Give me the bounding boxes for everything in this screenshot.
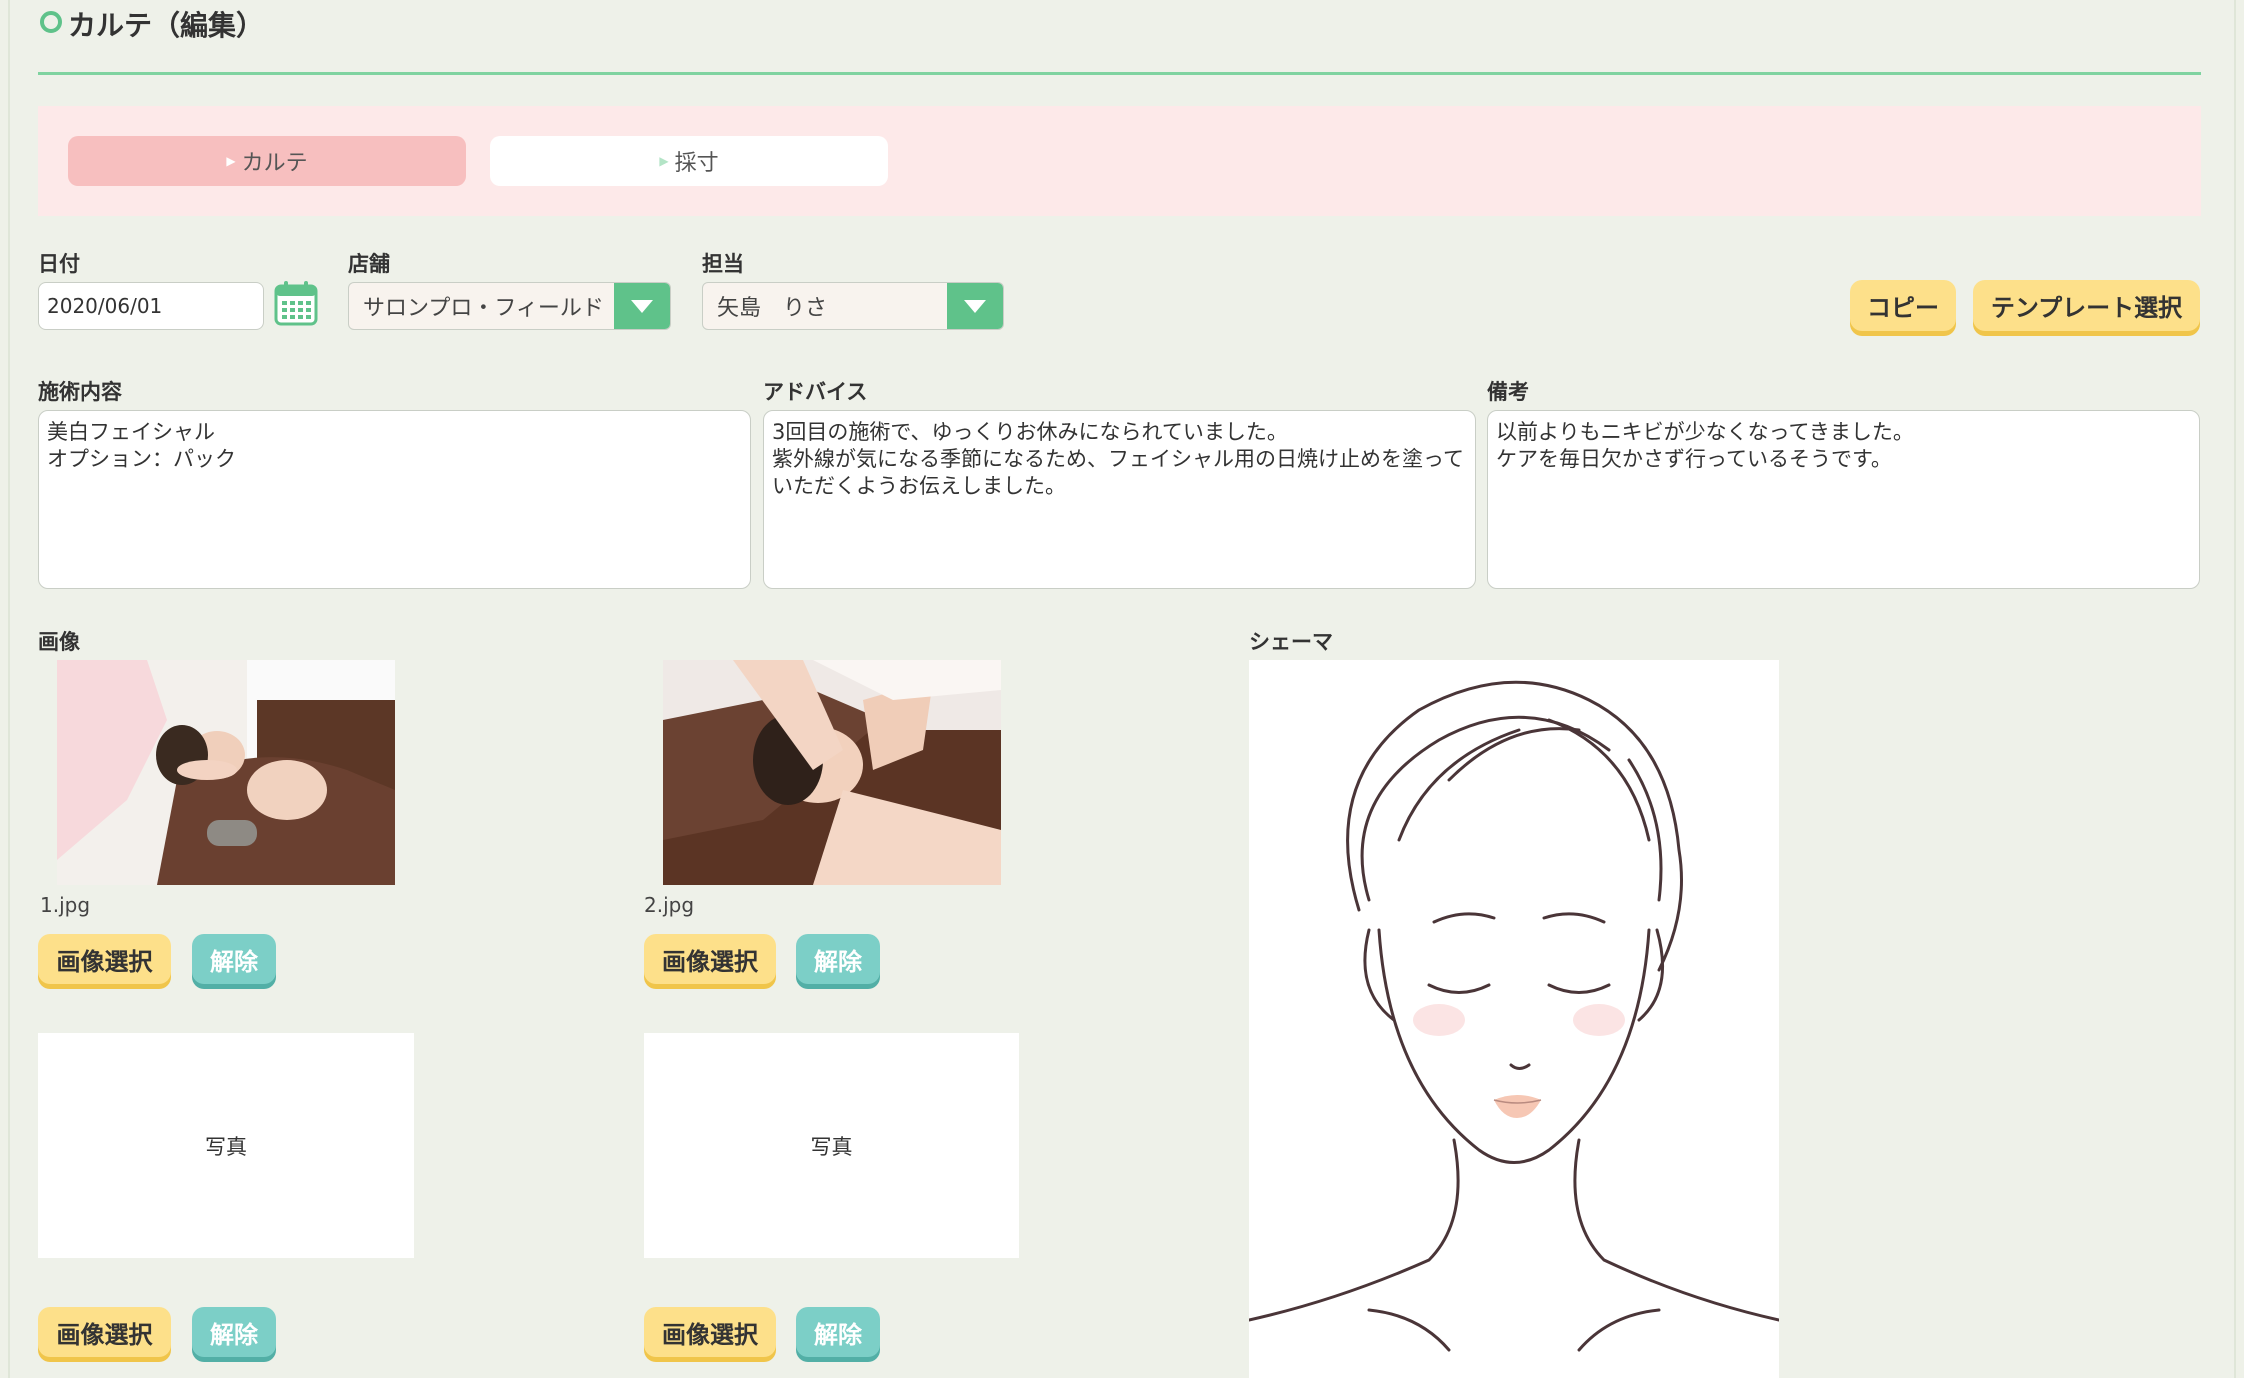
remarks-label: 備考 (1487, 380, 1529, 404)
tab-label: カルテ (241, 151, 308, 176)
triangle-right-icon: ▶ (226, 154, 236, 168)
schema-label: シェーマ (1249, 630, 1333, 654)
image-select-button[interactable]: 画像選択 (644, 1307, 776, 1357)
advice-label: アドバイス (763, 380, 868, 404)
tabs-bar: ▶ カルテ ▶ 採寸 (38, 106, 2201, 216)
store-select[interactable]: サロンプロ・フィールド (348, 282, 671, 330)
staff-label: 担当 (702, 252, 744, 276)
date-label: 日付 (38, 252, 80, 276)
image-clear-button[interactable]: 解除 (796, 934, 880, 984)
tab-karte[interactable]: ▶ カルテ (68, 136, 466, 186)
title-circle-icon (40, 11, 62, 33)
date-input[interactable]: 2020/06/01 (38, 282, 264, 330)
page-title: カルテ（編集） (68, 9, 265, 42)
chevron-down-icon[interactable] (614, 283, 670, 329)
staff-select[interactable]: 矢島 りさ (702, 282, 1004, 330)
photo-placeholder: 写真 (38, 1033, 414, 1258)
calendar-icon[interactable] (274, 280, 318, 326)
image-select-button[interactable]: 画像選択 (644, 934, 776, 984)
schema-canvas[interactable] (1249, 660, 1779, 1378)
image-select-button[interactable]: 画像選択 (38, 934, 171, 984)
staff-select-value: 矢島 りさ (717, 296, 828, 321)
image-clear-button[interactable]: 解除 (192, 934, 276, 984)
image-select-button[interactable]: 画像選択 (38, 1307, 171, 1357)
template-select-button[interactable]: テンプレート選択 (1973, 280, 2200, 331)
photo-2-filename: 2.jpg (644, 893, 695, 917)
store-label: 店舗 (348, 252, 390, 276)
face-illustration-icon (1249, 680, 1779, 1352)
store-select-value: サロンプロ・フィールド (363, 296, 604, 321)
triangle-right-icon: ▶ (659, 154, 669, 168)
photo-1-image (57, 660, 395, 885)
remarks-textarea[interactable]: 以前よりもニキビが少なくなってきました。 ケアを毎日欠かさず行っているそうです。 (1487, 410, 2200, 589)
image-clear-button[interactable]: 解除 (796, 1307, 880, 1357)
images-label: 画像 (38, 630, 80, 654)
photo-1-filename: 1.jpg (40, 893, 91, 917)
page-header: カルテ（編集） (38, 0, 2201, 75)
tab-measurement[interactable]: ▶ 採寸 (490, 136, 888, 186)
photo-2-image (663, 660, 1001, 885)
advice-textarea[interactable]: 3回目の施術で、ゆっくりお休みになられていました。 紫外線が気になる季節になるた… (763, 410, 1476, 589)
copy-button[interactable]: コピー (1850, 280, 1956, 331)
chevron-down-icon[interactable] (947, 283, 1003, 329)
treatment-label: 施術内容 (38, 380, 122, 404)
photo-placeholder: 写真 (644, 1033, 1019, 1258)
treatment-textarea[interactable]: 美白フェイシャル オプション：パック (38, 410, 751, 589)
image-clear-button[interactable]: 解除 (192, 1307, 276, 1357)
tab-label: 採寸 (674, 151, 719, 176)
